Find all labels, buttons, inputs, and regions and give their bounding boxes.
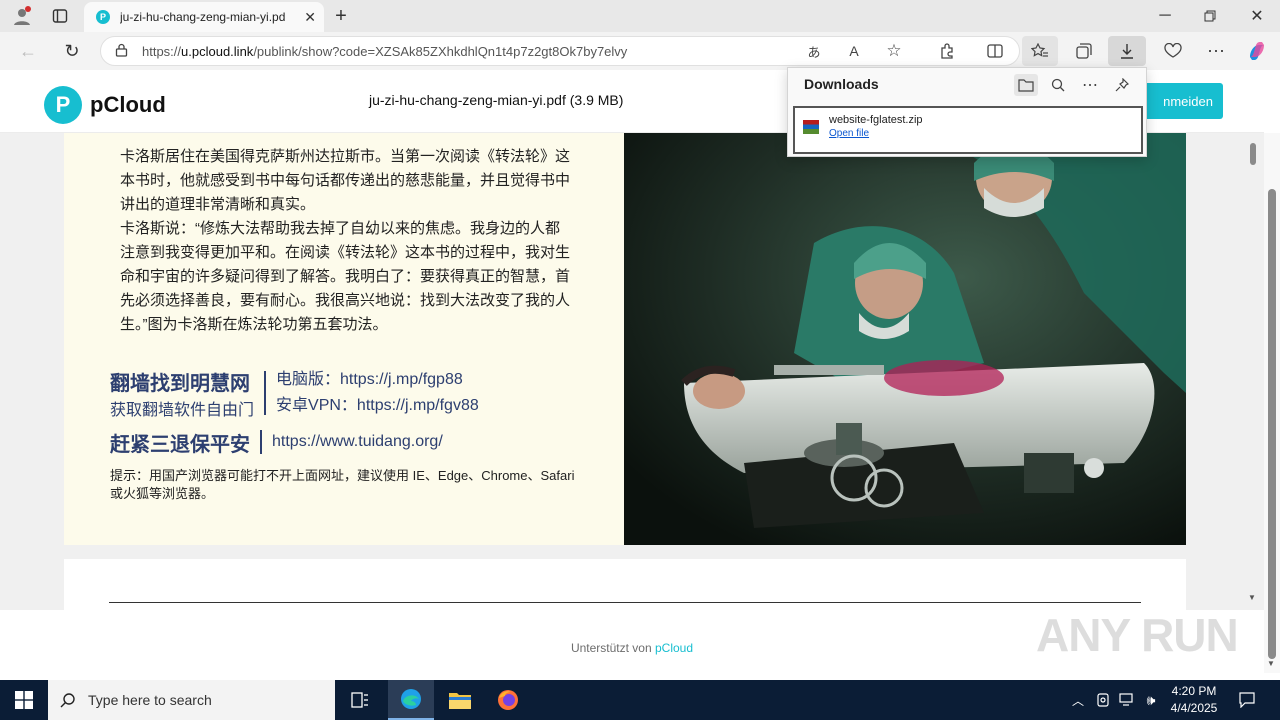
windows-start-icon[interactable]	[0, 680, 48, 720]
surgery-painting-image	[624, 133, 1186, 545]
clock-date: 4/4/2025	[1170, 701, 1218, 715]
divider	[260, 430, 262, 454]
pdf-page-2	[64, 559, 1186, 610]
article-panel: 卡洛斯居住在美国得克萨斯州达拉斯市。当第一次阅读《转法轮》这本书时，他就感受到书…	[64, 133, 624, 545]
tuidang-heading: 赶紧三退保平安	[110, 433, 250, 456]
page-scrollbar[interactable]: ▼	[1264, 133, 1280, 673]
scroll-down-arrow-icon[interactable]: ▼	[1267, 659, 1275, 668]
collections-icon[interactable]	[1073, 41, 1095, 61]
download-item[interactable]: website-fglatest.zip Open file	[793, 106, 1143, 154]
anyrun-watermark: ANY RUN	[1036, 609, 1239, 661]
tab-strip: P ju-zi-hu-chang-zeng-mian-yi.pd ✕ + ─ ✕	[0, 0, 1280, 32]
freegate-subheading: 获取翻墙软件自由门	[110, 401, 255, 419]
viewer-scroll-down-icon[interactable]: ▼	[1248, 593, 1256, 602]
volume-icon[interactable]: 🕪	[1140, 680, 1162, 720]
tab-title: ju-zi-hu-chang-zeng-mian-yi.pd	[120, 10, 286, 24]
viewer-scrollbar[interactable]: ▼	[1248, 133, 1260, 610]
clock[interactable]: 4:20 PM 4/4/2025	[1165, 683, 1223, 717]
browser-chrome: P ju-zi-hu-chang-zeng-mian-yi.pd ✕ + ─ ✕…	[0, 0, 1280, 70]
minghui-heading: 翻墙找到明慧网	[110, 372, 250, 395]
download-file-name: website-fglatest.zip	[829, 114, 923, 126]
downloads-icon[interactable]	[1108, 36, 1146, 66]
tray-expand-icon[interactable]: ︿	[1068, 680, 1088, 720]
tuidang-link: https://www.tuidang.org/	[272, 433, 443, 450]
zip-file-icon	[803, 120, 819, 134]
address-bar[interactable]: https://u.pcloud.link/publink/show?code=…	[100, 36, 1020, 66]
circumvention-links: 翻墙找到明慧网 获取翻墙软件自由门 电脑版：https://j.mp/fgp88…	[110, 367, 590, 457]
page-scroll-thumb[interactable]	[1268, 189, 1276, 659]
url-host: u.pcloud.link	[181, 43, 254, 59]
close-tab-icon[interactable]: ✕	[304, 9, 316, 26]
favorites-icon[interactable]	[1022, 36, 1058, 66]
browser-hint: 提示：用国产浏览器可能打不开上面网址，建议使用 IE、Edge、Chrome、S…	[110, 468, 575, 501]
pcloud-brand-name: pCloud	[90, 92, 166, 117]
copilot-icon[interactable]	[1245, 39, 1269, 63]
document-title: ju-zi-hu-chang-zeng-mian-yi.pdf (3.9 MB)	[369, 92, 624, 108]
back-icon[interactable]: ←	[16, 40, 40, 62]
android-vpn-link: 安卓VPN：https://j.mp/fgv88	[276, 397, 479, 414]
restore-icon[interactable]	[1200, 5, 1220, 27]
network-icon[interactable]	[1116, 680, 1138, 720]
downloads-more-icon[interactable]: ⋯	[1078, 74, 1102, 96]
tab-actions-icon[interactable]	[48, 5, 72, 27]
pcloud-favicon-icon: P	[96, 10, 110, 24]
downloads-title: Downloads	[804, 76, 879, 92]
performance-icon[interactable]	[1162, 41, 1184, 61]
tray-device-icon[interactable]	[1094, 680, 1112, 720]
minghui-block: 翻墙找到明慧网 获取翻墙软件自由门	[110, 367, 254, 420]
read-aloud-icon[interactable]: A	[843, 42, 865, 60]
more-menu-icon[interactable]: ⋯	[1205, 41, 1227, 61]
footer-prefix: Unterstützt von	[570, 641, 652, 655]
task-view-icon[interactable]	[342, 680, 378, 720]
pdf-page: 卡洛斯居住在美国得克萨斯州达拉斯市。当第一次阅读《转法轮》这本书时，他就感受到书…	[64, 133, 1186, 545]
search-icon	[60, 693, 75, 708]
url-prefix: https://	[142, 43, 182, 59]
cut-heading	[120, 133, 570, 145]
downloads-panel: Downloads ⋯ website-fglatest.zip Open fi…	[787, 67, 1147, 157]
tab-active[interactable]: P ju-zi-hu-chang-zeng-mian-yi.pd ✕	[84, 2, 324, 32]
viewer-scroll-thumb[interactable]	[1250, 143, 1256, 165]
edge-taskbar-icon[interactable]	[388, 680, 434, 720]
notifications-icon[interactable]	[1234, 680, 1260, 720]
minimize-icon[interactable]: ─	[1155, 5, 1175, 27]
lock-icon[interactable]	[115, 43, 128, 60]
firefox-icon[interactable]	[488, 680, 528, 720]
article-paragraph-2: 卡洛斯说：“修炼大法帮助我去掉了自幼以来的焦虑。我身边的人都注意到我变得更加平和…	[120, 220, 571, 333]
search-placeholder: Type here to search	[88, 692, 212, 708]
taskbar: Type here to search ︿ 🕪 4:20 PM 4/4/2025	[0, 680, 1280, 720]
page-rule	[109, 602, 1141, 603]
pc-link: 电脑版：https://j.mp/fgp88	[276, 371, 463, 388]
pdf-viewer[interactable]: 卡洛斯居住在美国得克萨斯州达拉斯市。当第一次阅读《转法轮》这本书时，他就感受到书…	[0, 133, 1264, 610]
clock-time: 4:20 PM	[1171, 684, 1217, 698]
favorite-star-icon[interactable]: ☆	[883, 41, 905, 61]
translate-icon[interactable]: あ	[803, 42, 825, 60]
profile-icon[interactable]	[10, 5, 34, 27]
footer-brand-link[interactable]: pCloud	[655, 641, 693, 655]
file-explorer-icon[interactable]	[440, 680, 480, 720]
open-file-link[interactable]: Open file	[829, 128, 923, 139]
refresh-icon[interactable]: ↻	[60, 40, 84, 62]
search-downloads-icon[interactable]	[1046, 74, 1070, 96]
url-path: /publink/show?code=XZSAk85ZXhkdhlQn1t4p7…	[253, 43, 628, 59]
divider	[264, 371, 267, 415]
close-window-icon[interactable]: ✕	[1247, 5, 1267, 27]
taskbar-search[interactable]: Type here to search	[48, 680, 335, 720]
pcloud-logo-icon: P	[44, 86, 82, 124]
url-text: https://u.pcloud.link/publink/show?code=…	[142, 44, 627, 59]
extensions-icon[interactable]	[936, 41, 958, 61]
split-screen-icon[interactable]	[984, 41, 1006, 61]
pin-icon[interactable]	[1110, 74, 1134, 96]
open-folder-icon[interactable]	[1014, 74, 1038, 96]
article-paragraph-1: 卡洛斯居住在美国得克萨斯州达拉斯市。当第一次阅读《转法轮》这本书时，他就感受到书…	[120, 148, 571, 213]
pcloud-logo[interactable]: P pCloud	[44, 86, 166, 124]
new-tab-icon[interactable]: +	[330, 5, 352, 27]
